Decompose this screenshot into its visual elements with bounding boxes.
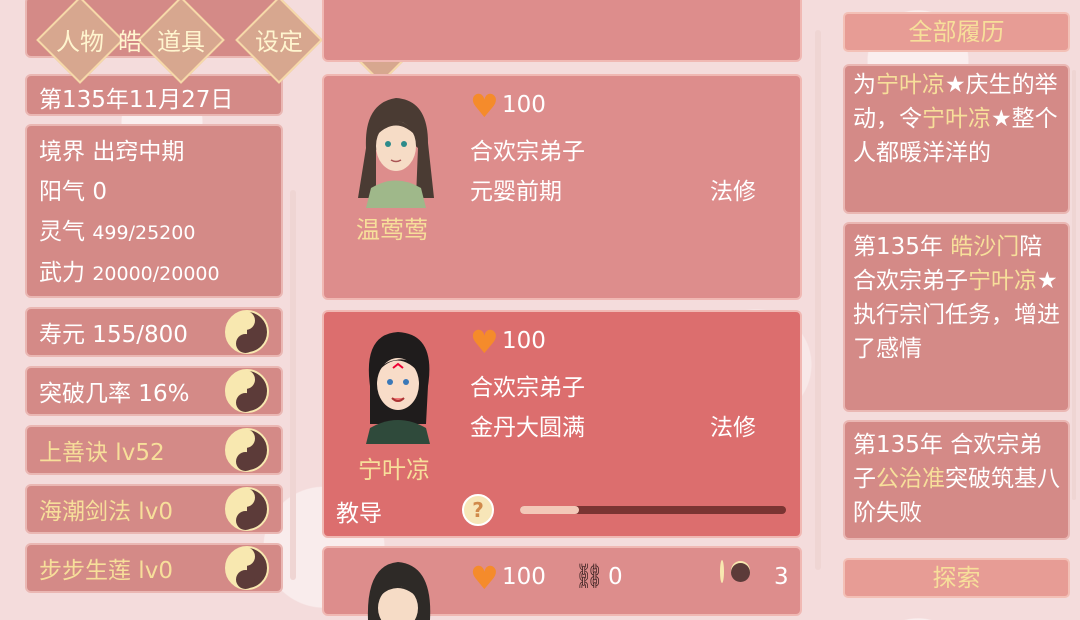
- character-portrait: [366, 332, 430, 444]
- heart-icon: ♥: [470, 559, 499, 597]
- left-scrollbar[interactable]: [290, 190, 296, 580]
- force-row: 武力 20000/20000: [39, 260, 220, 286]
- history-highlight: 皓沙门: [950, 234, 1020, 260]
- history-text: 为宁叶凉★庆生的举动，令宁叶凉★整个人都暖洋洋的: [853, 72, 1058, 166]
- skill-label: 海潮剑法 lv0: [39, 499, 173, 525]
- history-entry: 第135年 合欢宗弟子公治准突破筑基八阶失败: [843, 420, 1070, 540]
- right-scrollbar[interactable]: [1072, 70, 1076, 500]
- tab-settings-label[interactable]: 设定: [246, 22, 312, 57]
- status-panel: 境界 出窍中期 阳气 0 灵气 499/25200 武力 20000/20000: [25, 124, 283, 298]
- history-all-button[interactable]: 全部履历: [843, 12, 1070, 52]
- lifespan-label: 寿元 155/800: [39, 322, 188, 348]
- heart-icon: ♥: [470, 87, 499, 125]
- yinyang-count: 3: [774, 564, 789, 590]
- character-sect: 合欢宗弟子: [470, 375, 585, 401]
- character-card[interactable]: ♥ 100 ⛓ 0 3: [322, 546, 802, 620]
- explore-button[interactable]: 探索: [843, 558, 1070, 598]
- teach-progress-bar: [520, 506, 786, 514]
- character-portrait: [367, 562, 431, 620]
- character-type: 法修: [710, 179, 756, 205]
- realm-row: 境界 出窍中期: [39, 139, 185, 165]
- character-name: 温莺莺: [356, 216, 428, 244]
- handcuff-count: 0: [608, 564, 623, 590]
- history-entry: 为宁叶凉★庆生的举动，令宁叶凉★整个人都暖洋洋的: [843, 64, 1070, 214]
- character-type: 法修: [710, 415, 756, 441]
- character-card-top-partial[interactable]: [322, 0, 802, 62]
- date-text: 第135年11月27日: [39, 87, 234, 113]
- handcuff-icon: ⛓: [574, 562, 605, 590]
- history-highlight: 宁叶凉: [876, 72, 945, 98]
- history-segment: ★: [1037, 268, 1058, 294]
- teach-progress-fill: [520, 506, 579, 514]
- spirit-row: 灵气 499/25200: [39, 219, 196, 245]
- yang-row: 阳气 0: [39, 179, 107, 205]
- history-segment: 执行宗门任务，增进了感情: [853, 302, 1060, 362]
- yinyang-icon[interactable]: [225, 369, 269, 413]
- character-realm: 元婴前期: [470, 179, 562, 205]
- character-card-selected[interactable]: 宁叶凉 ♥ 100 合欢宗弟子 金丹大圆满 法修 教导 ?: [322, 310, 802, 538]
- character-portrait: [358, 98, 434, 208]
- skill-row-bubu[interactable]: 步步生莲 lv0: [25, 543, 283, 593]
- yinyang-icon[interactable]: [225, 546, 269, 590]
- breakthrough-label: 突破几率 16%: [39, 381, 190, 407]
- character-realm: 金丹大圆满: [470, 415, 585, 441]
- affection-value: 100: [502, 564, 546, 590]
- affection-value: 100: [502, 328, 546, 354]
- yinyang-icon[interactable]: [225, 310, 269, 354]
- history-segment: 为: [853, 72, 876, 98]
- tab-character-label[interactable]: 人物: [47, 22, 113, 57]
- skill-row-shangshan[interactable]: 上善诀 lv52: [25, 425, 283, 475]
- tab-items-label[interactable]: 道具: [148, 22, 214, 57]
- skill-row-haichao[interactable]: 海潮剑法 lv0: [25, 484, 283, 534]
- yinyang-icon[interactable]: [225, 428, 269, 472]
- history-segment: ★: [945, 72, 966, 98]
- history-segment: ★: [991, 106, 1012, 132]
- teach-label: 教导: [336, 501, 382, 527]
- affection-value: 100: [502, 92, 546, 118]
- heart-icon: ♥: [470, 323, 499, 361]
- skill-label: 步步生莲 lv0: [39, 558, 173, 584]
- character-card[interactable]: 温莺莺 ♥ 100 合欢宗弟子 元婴前期 法修: [322, 74, 802, 300]
- character-name: 宁叶凉: [358, 456, 430, 484]
- help-icon[interactable]: ?: [462, 494, 494, 526]
- breakthrough-row[interactable]: 突破几率 16%: [25, 366, 283, 416]
- history-segment: 第135年: [853, 234, 951, 260]
- skill-label: 上善诀 lv52: [39, 440, 165, 466]
- character-sect: 合欢宗弟子: [470, 139, 585, 165]
- yinyang-icon[interactable]: [225, 487, 269, 531]
- history-text: 第135年 合欢宗弟子公治准突破筑基八阶失败: [853, 432, 1060, 526]
- history-highlight: 宁叶凉: [922, 106, 991, 132]
- behind-text: 皓: [118, 28, 142, 56]
- yinyang-icon: [720, 560, 724, 583]
- middle-scrollbar[interactable]: [815, 30, 821, 570]
- history-entry: 第135年 皓沙门陪合欢宗弟子宁叶凉★执行宗门任务，增进了感情: [843, 222, 1070, 412]
- history-highlight: 宁叶凉: [968, 268, 1037, 294]
- history-highlight: 公治准: [876, 466, 945, 492]
- lifespan-row[interactable]: 寿元 155/800: [25, 307, 283, 357]
- history-text: 第135年 皓沙门陪合欢宗弟子宁叶凉★执行宗门任务，增进了感情: [853, 234, 1060, 362]
